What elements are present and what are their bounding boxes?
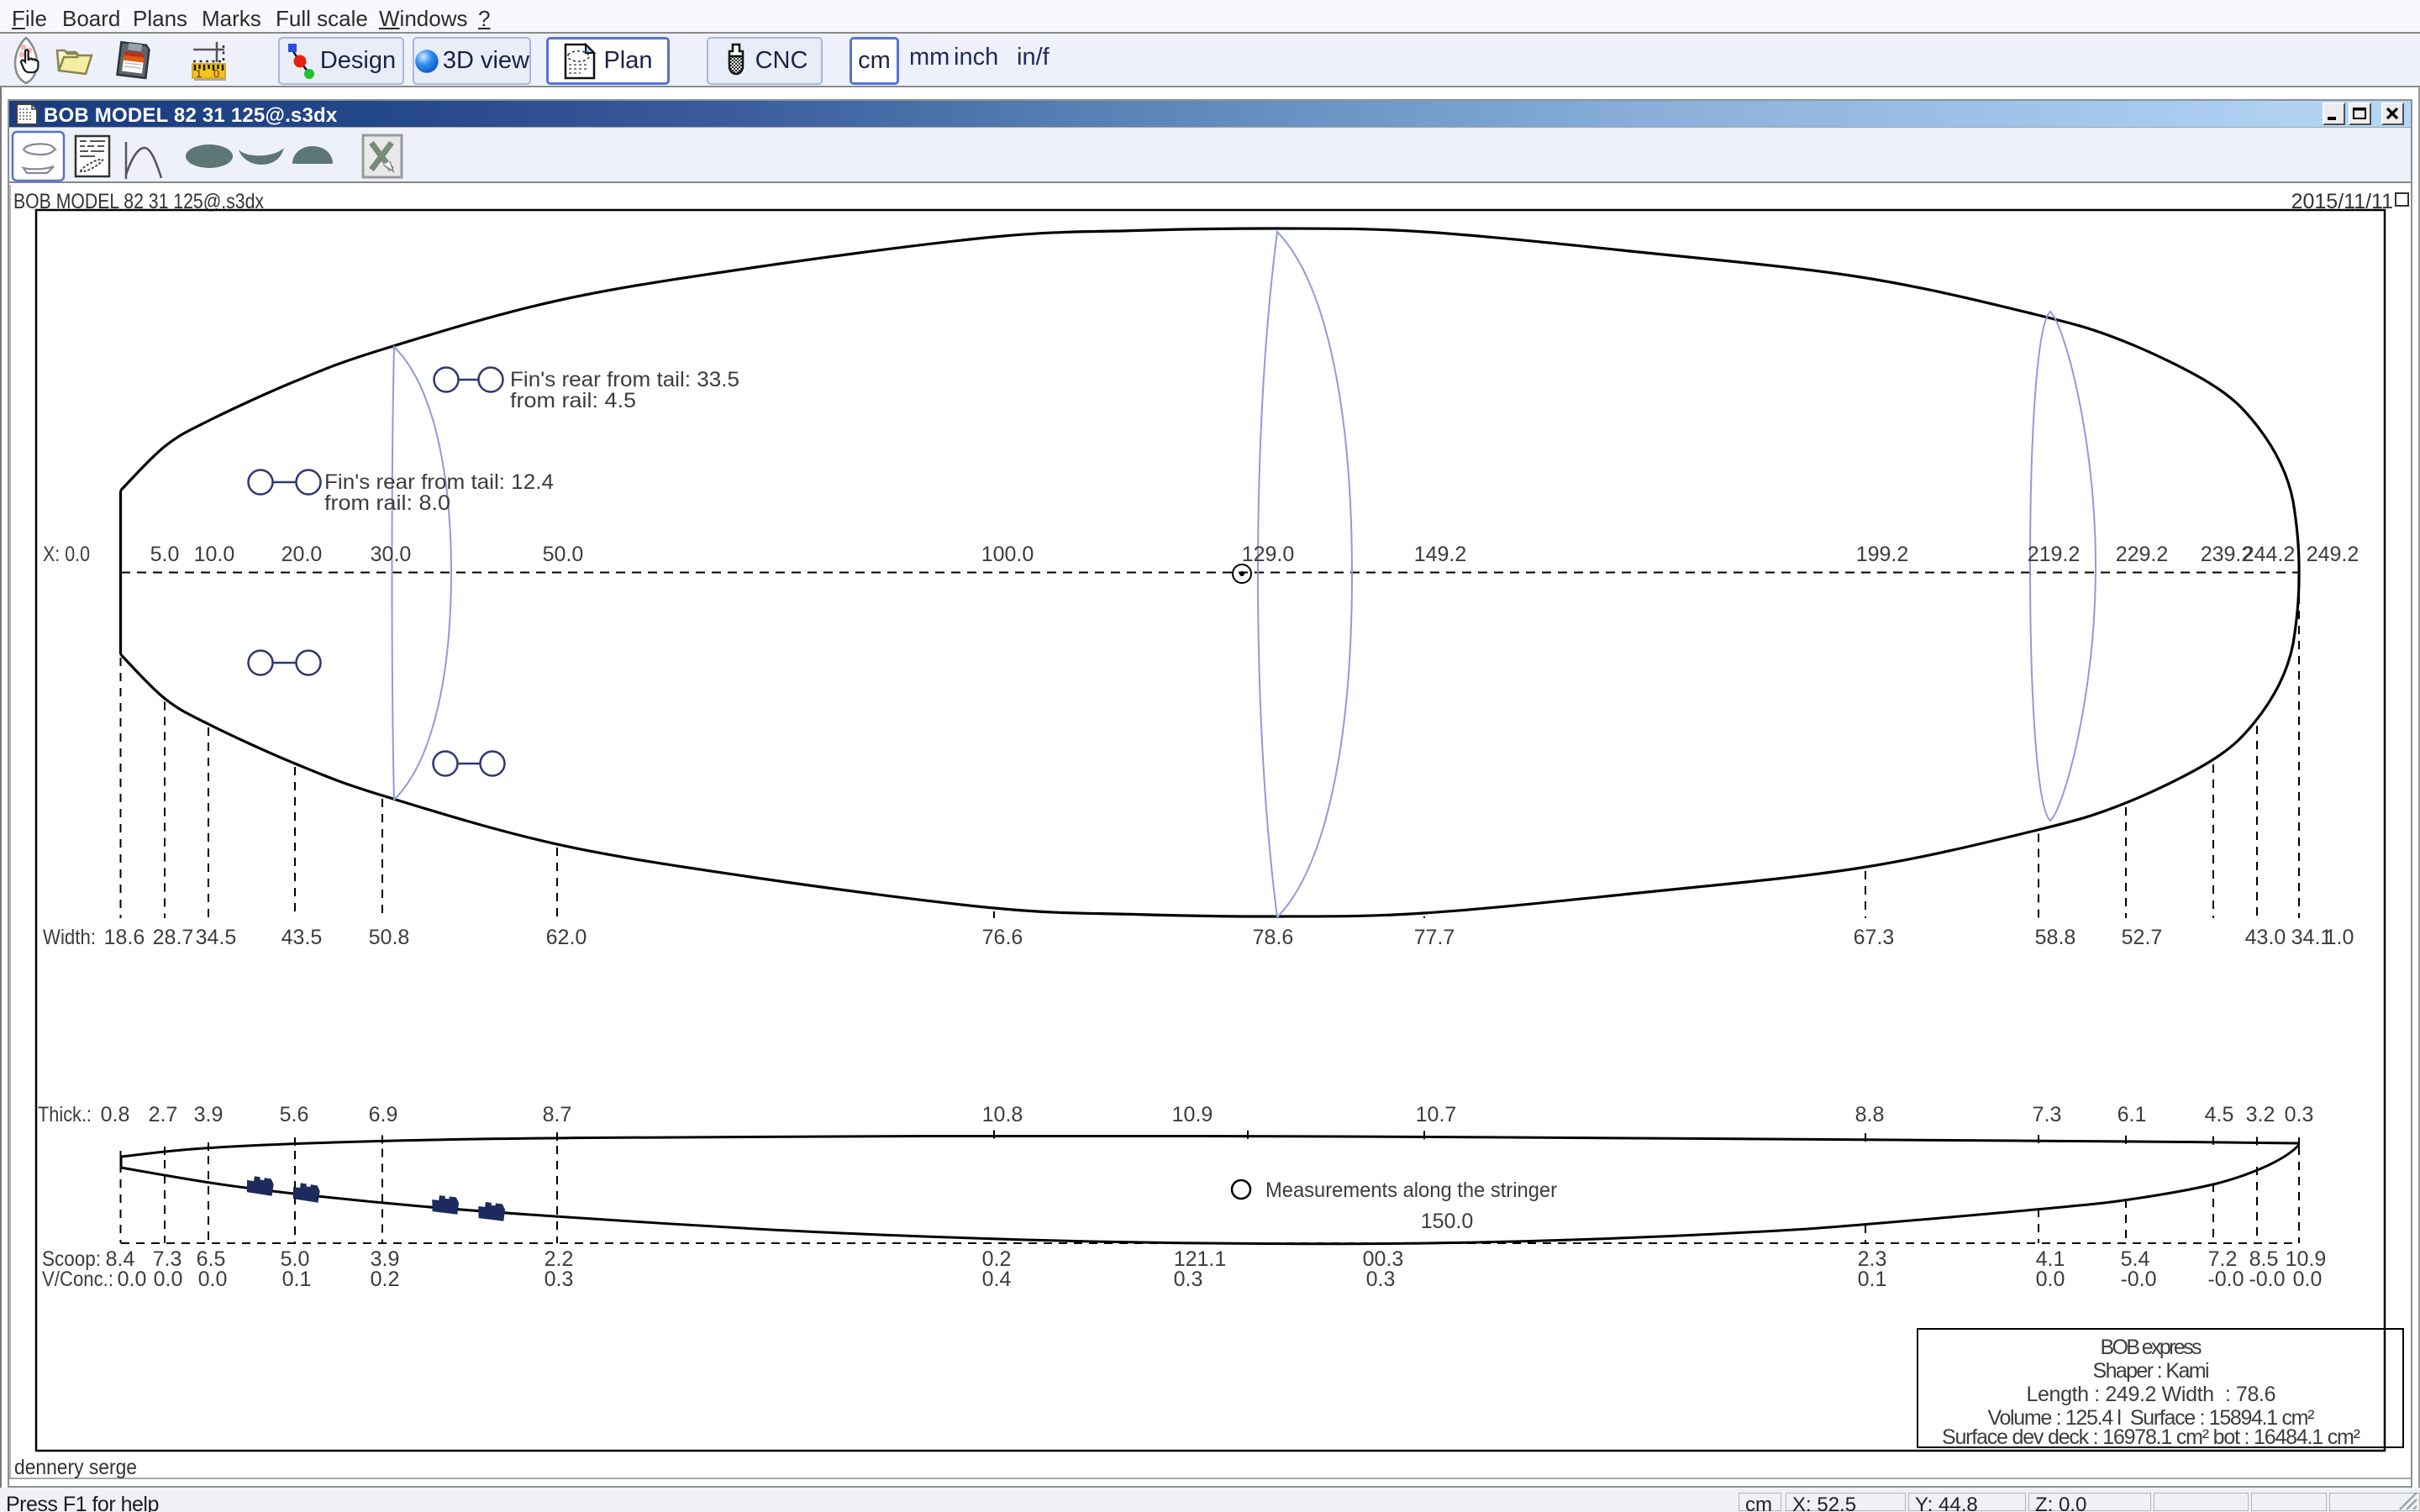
svg-text:1: 1 <box>196 67 202 80</box>
svg-text:0: 0 <box>213 67 219 80</box>
